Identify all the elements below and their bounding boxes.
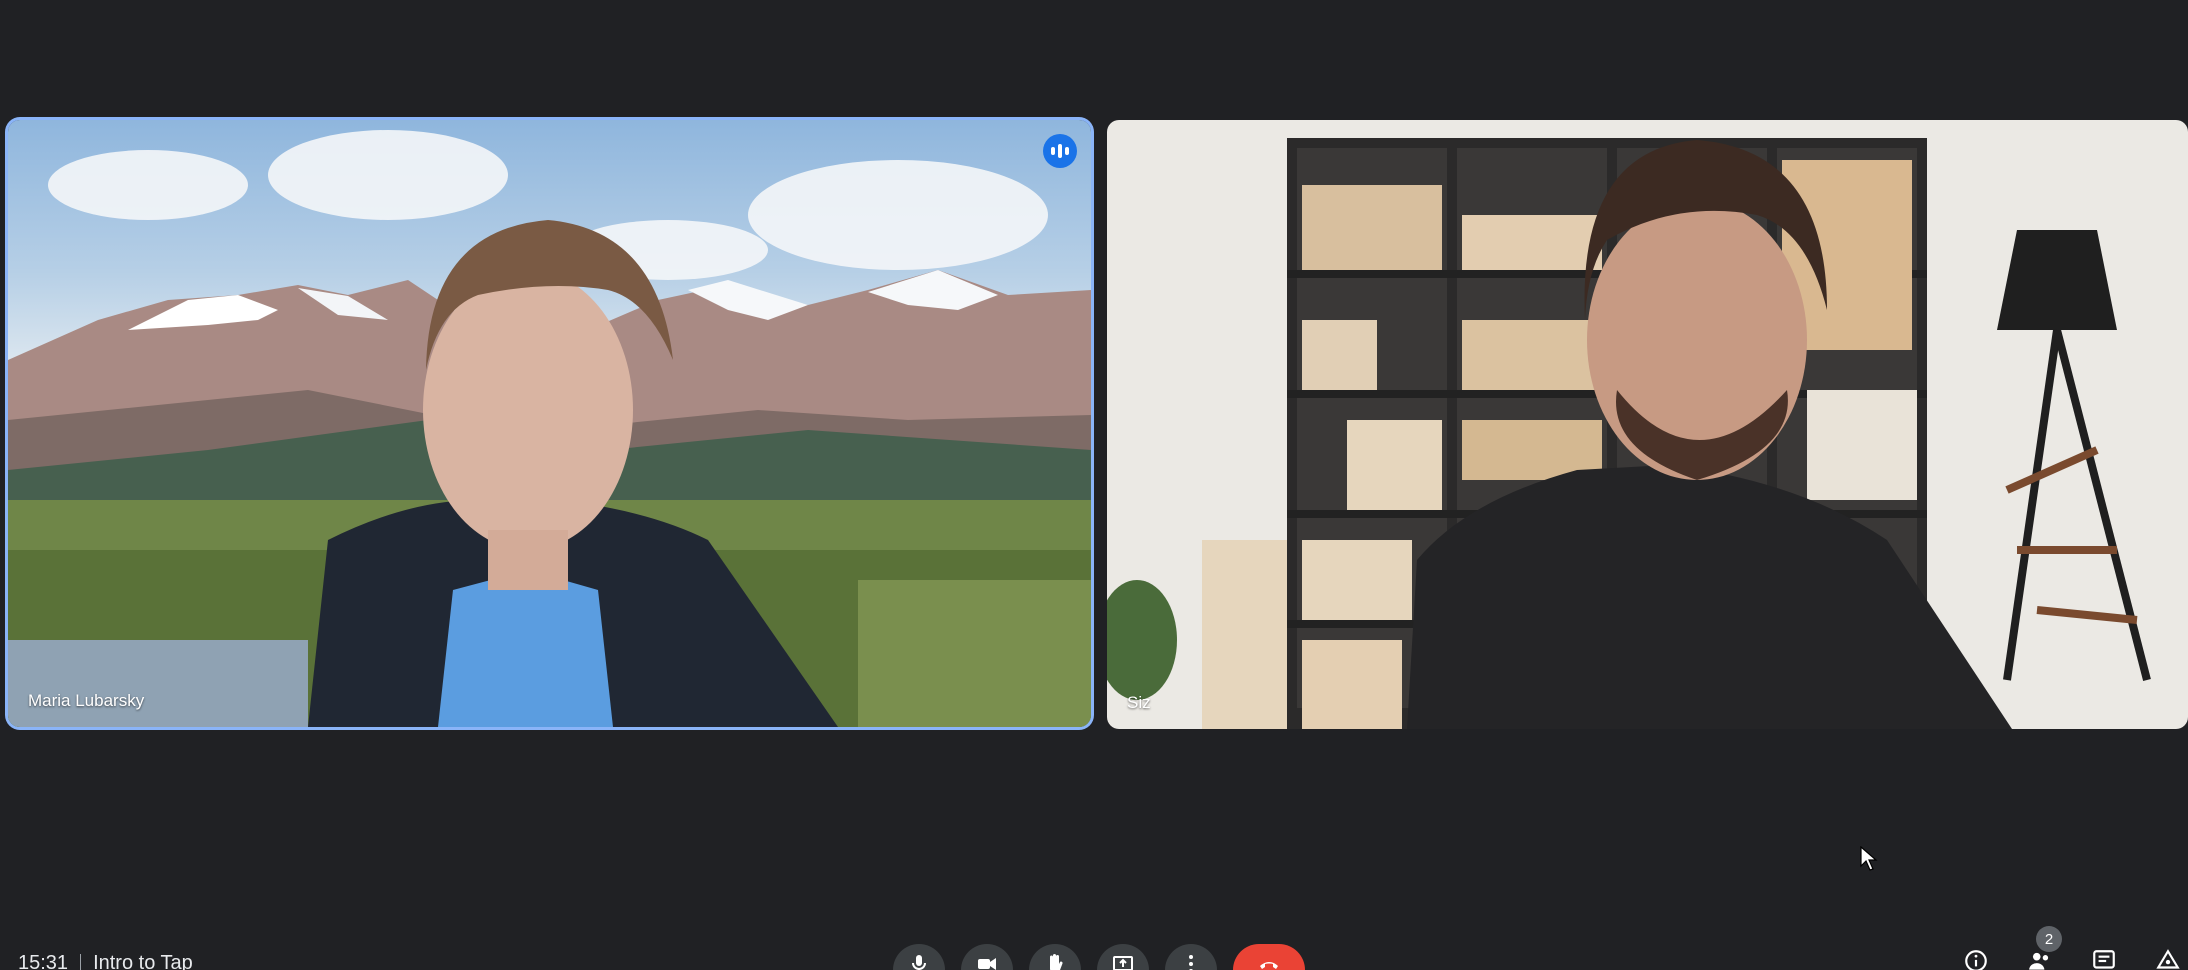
bottom-toolbar: 15:31 Intro to Tap 2 (0, 926, 2188, 970)
call-controls (893, 944, 1305, 970)
right-controls: 2 (1962, 926, 2188, 970)
participant-name: Siz (1127, 693, 1151, 712)
raise-hand-button[interactable] (1029, 944, 1081, 970)
hand-icon (1050, 954, 1063, 970)
mic-icon (912, 955, 926, 970)
divider (80, 953, 82, 970)
meet-stage: Maria Lubarsky Siz 15:31 Intro to Tap 2 (0, 0, 2188, 970)
more-options-button[interactable] (1165, 944, 1217, 970)
activities-button[interactable] (2154, 948, 2182, 970)
bookshelf (1107, 138, 2151, 729)
activities-icon (2156, 949, 2180, 969)
more-vert-icon (1189, 955, 1193, 970)
meeting-time: 15:31 (18, 952, 69, 970)
camera-button[interactable] (961, 944, 1013, 970)
speaking-indicator-icon (1043, 134, 1077, 168)
meeting-details-button[interactable] (1962, 948, 1990, 970)
chat-button[interactable] (2090, 948, 2118, 970)
camera-icon (978, 958, 996, 970)
end-call-button[interactable] (1233, 944, 1305, 970)
chat-icon (2093, 950, 2115, 969)
present-button[interactable] (1097, 944, 1149, 970)
meeting-title[interactable]: Intro to Tap (93, 952, 193, 970)
participant-tile-maria[interactable]: Maria Lubarsky (8, 120, 1091, 727)
present-icon (1113, 956, 1133, 970)
call-end-icon (1260, 962, 1278, 969)
participant-video-maria (308, 220, 838, 727)
meeting-info: 15:31 Intro to Tap (18, 952, 193, 970)
people-count-badge: 2 (2036, 926, 2062, 952)
people-button[interactable]: 2 (2026, 926, 2062, 970)
mouse-cursor-icon (1860, 846, 1878, 871)
participant-tile-siz[interactable]: Siz (1107, 120, 2188, 729)
participant-name: Maria Lubarsky (28, 691, 145, 710)
info-icon (1965, 950, 1987, 970)
mic-button[interactable] (893, 944, 945, 970)
